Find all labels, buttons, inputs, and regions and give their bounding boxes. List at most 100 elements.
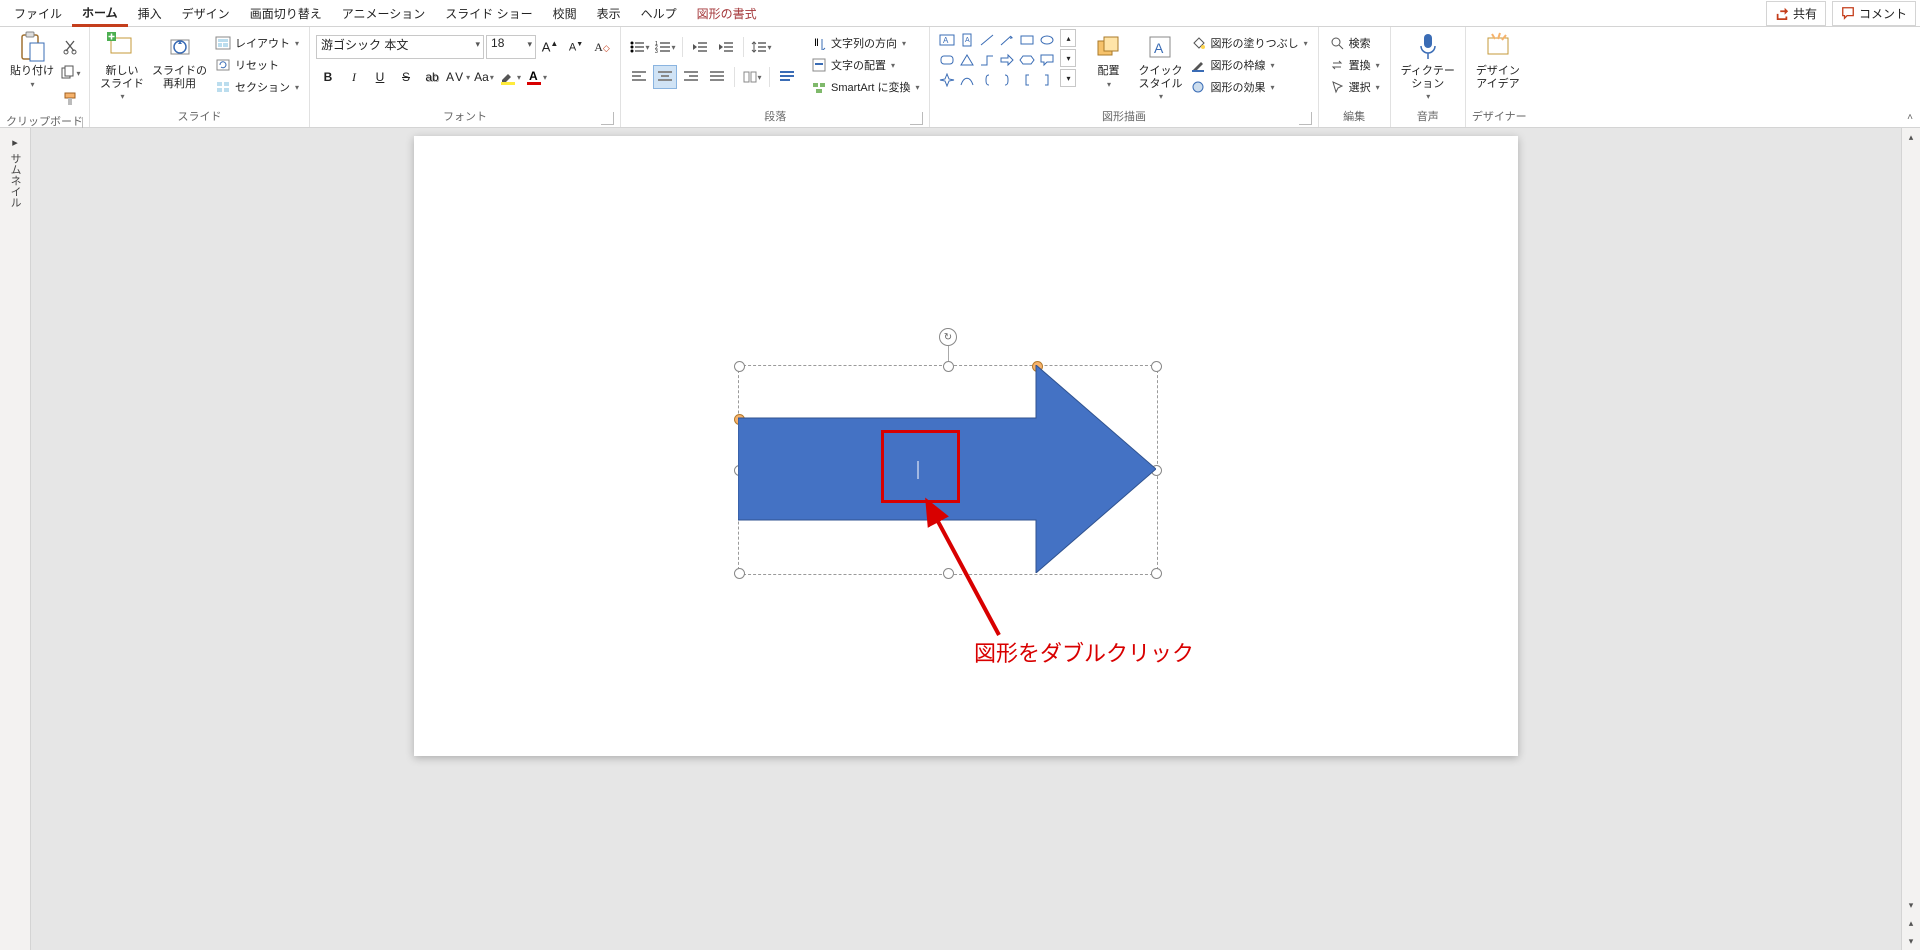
- shape-roundrect[interactable]: [938, 51, 956, 69]
- shape-block-arrow[interactable]: [998, 51, 1016, 69]
- paste-button[interactable]: 貼り付け ▾: [6, 29, 58, 91]
- tab-transitions[interactable]: 画面切り替え: [240, 1, 332, 25]
- arrange-button[interactable]: 配置▾: [1082, 29, 1134, 91]
- shape-outline-button[interactable]: 図形の枠線▾: [1186, 55, 1311, 75]
- chevron-down-icon: ▾: [30, 80, 34, 89]
- thumbnail-expand[interactable]: ▸サムネイル: [7, 136, 23, 208]
- scroll-up[interactable]: ▴: [1902, 128, 1920, 146]
- shape-rect[interactable]: [1018, 31, 1036, 49]
- tab-shape-format[interactable]: 図形の書式: [687, 1, 767, 25]
- gallery-up[interactable]: ▴: [1060, 29, 1076, 47]
- shape-arrow-line[interactable]: [998, 31, 1016, 49]
- section-button[interactable]: セクション▾: [211, 77, 303, 97]
- find-button[interactable]: 検索: [1325, 33, 1384, 53]
- clear-formatting-button[interactable]: A◇: [590, 35, 614, 59]
- dialog-launcher-font[interactable]: [601, 112, 614, 125]
- line-spacing-button[interactable]: ▾: [749, 35, 773, 59]
- slide-canvas-area[interactable]: ↻: [31, 128, 1901, 950]
- tab-design[interactable]: デザイン: [172, 1, 240, 25]
- tab-animations[interactable]: アニメーション: [332, 1, 436, 25]
- next-slide-button[interactable]: ▾: [1902, 932, 1920, 950]
- shape-fill-button[interactable]: 図形の塗りつぶし▾: [1186, 33, 1311, 53]
- select-button[interactable]: 選択▾: [1325, 77, 1384, 97]
- dialog-launcher-paragraph[interactable]: [910, 112, 923, 125]
- shape-callout[interactable]: [1038, 51, 1056, 69]
- align-left-button[interactable]: [627, 65, 651, 89]
- highlight-button[interactable]: ▾: [498, 65, 522, 89]
- shape-triangle[interactable]: [958, 51, 976, 69]
- shape-oval[interactable]: [1038, 31, 1056, 49]
- shapes-gallery[interactable]: A A: [936, 29, 1058, 91]
- shape-hexagon[interactable]: [1018, 51, 1036, 69]
- vertical-scrollbar[interactable]: ▴ ▾ ▴ ▾: [1901, 128, 1920, 950]
- quick-styles-button[interactable]: A クイック スタイル▾: [1134, 29, 1186, 103]
- text-shadow-button[interactable]: ab: [420, 65, 444, 89]
- replace-button[interactable]: 置換▾: [1325, 55, 1384, 75]
- bold-button[interactable]: B: [316, 65, 340, 89]
- annotation-arrow: [919, 495, 1009, 645]
- font-size-select[interactable]: 18: [486, 35, 536, 59]
- new-slide-button[interactable]: 新しい スライド ▾: [96, 29, 148, 103]
- tab-home[interactable]: ホーム: [72, 0, 128, 27]
- tab-insert[interactable]: 挿入: [128, 1, 172, 25]
- prev-slide-button[interactable]: ▴: [1902, 914, 1920, 932]
- increase-font-button[interactable]: A▲: [538, 35, 562, 59]
- change-case-button[interactable]: Aa▾: [472, 65, 496, 89]
- shape-bracket-r[interactable]: [1038, 71, 1056, 89]
- reuse-slides-button[interactable]: スライドの 再利用: [148, 29, 211, 92]
- shape-elbow[interactable]: [978, 51, 996, 69]
- layout-button[interactable]: レイアウト▾: [211, 33, 303, 53]
- slide[interactable]: ↻: [414, 136, 1518, 756]
- numbering-button[interactable]: 123▾: [653, 35, 677, 59]
- dictate-button[interactable]: ディクテー ション▾: [1397, 29, 1459, 103]
- justify-button[interactable]: [705, 65, 729, 89]
- strikethrough-button[interactable]: S: [394, 65, 418, 89]
- shape-bracket-l[interactable]: [1018, 71, 1036, 89]
- text-direction-button[interactable]: Ⅱ文字列の方向▾: [807, 33, 923, 53]
- design-ideas-button[interactable]: デザイン アイデア: [1472, 29, 1524, 92]
- shape-brace-l[interactable]: [978, 71, 996, 89]
- shape-effects-button[interactable]: 図形の効果▾: [1186, 77, 1311, 97]
- shape-textbox-v[interactable]: A: [958, 31, 976, 49]
- tab-review[interactable]: 校閲: [543, 1, 587, 25]
- share-button[interactable]: 共有: [1766, 1, 1826, 26]
- format-painter-button[interactable]: [58, 87, 82, 111]
- align-text-button[interactable]: 文字の配置▾: [807, 55, 923, 75]
- italic-button[interactable]: I: [342, 65, 366, 89]
- shape-star4[interactable]: [938, 71, 956, 89]
- character-spacing-button[interactable]: AV▾: [446, 65, 470, 89]
- align-text-icon: [811, 57, 827, 73]
- shape-line[interactable]: [978, 31, 996, 49]
- align-center-button[interactable]: [653, 65, 677, 89]
- tab-help[interactable]: ヘルプ: [631, 1, 687, 25]
- comment-button[interactable]: コメント: [1832, 1, 1916, 26]
- dialog-launcher-drawing[interactable]: [1299, 112, 1312, 125]
- distribute-rtl-button[interactable]: [775, 65, 799, 89]
- scroll-down[interactable]: ▾: [1902, 896, 1920, 914]
- copy-button[interactable]: ▾: [58, 61, 82, 85]
- tab-view[interactable]: 表示: [587, 1, 631, 25]
- tab-file[interactable]: ファイル: [4, 1, 72, 25]
- gallery-down[interactable]: ▾: [1060, 49, 1076, 67]
- columns-button[interactable]: ▾: [740, 65, 764, 89]
- gallery-more[interactable]: ▾: [1060, 69, 1076, 87]
- font-name-select[interactable]: 游ゴシック 本文: [316, 35, 484, 59]
- decrease-indent-button[interactable]: [688, 35, 712, 59]
- decrease-font-button[interactable]: A▼: [564, 35, 588, 59]
- new-slide-label: 新しい スライド: [100, 65, 144, 90]
- font-color-button[interactable]: A▾: [524, 65, 548, 89]
- convert-smartart-button[interactable]: SmartArt に変換▾: [807, 77, 923, 97]
- shape-brace-r[interactable]: [998, 71, 1016, 89]
- tab-slideshow[interactable]: スライド ショー: [435, 1, 542, 25]
- reuse-slides-icon: [164, 31, 196, 63]
- shape-freeform[interactable]: [958, 71, 976, 89]
- cut-button[interactable]: [58, 35, 82, 59]
- shape-textbox-h[interactable]: A: [938, 31, 956, 49]
- collapse-ribbon-button[interactable]: ˄: [1902, 109, 1918, 125]
- reset-button[interactable]: リセット: [211, 55, 303, 75]
- increase-indent-button[interactable]: [714, 35, 738, 59]
- bullets-button[interactable]: ▾: [627, 35, 651, 59]
- underline-button[interactable]: U: [368, 65, 392, 89]
- thumbnail-pane-collapsed[interactable]: ▸サムネイル: [0, 128, 31, 950]
- align-right-button[interactable]: [679, 65, 703, 89]
